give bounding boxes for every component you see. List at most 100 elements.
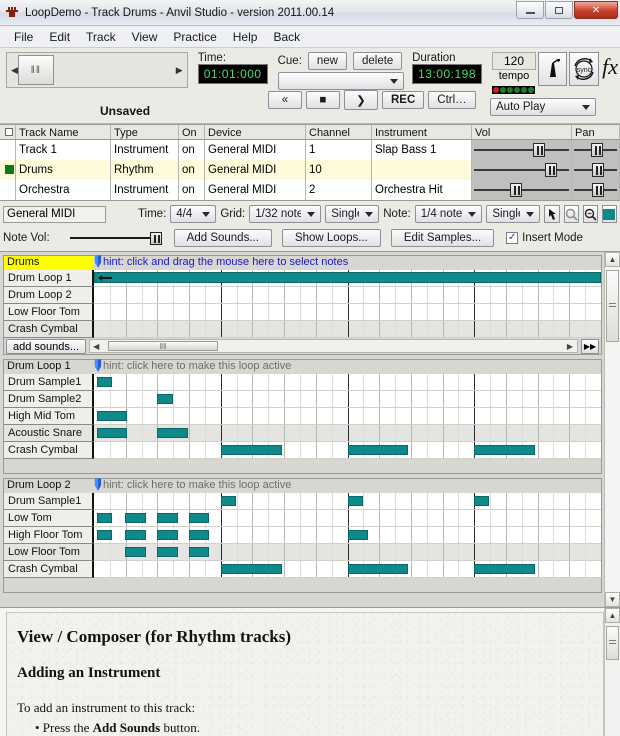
- fx-button[interactable]: fx: [602, 52, 618, 82]
- pattern-row[interactable]: Crash Cymbal: [4, 561, 601, 578]
- table-row[interactable]: Track 1 Instrument on General MIDI 1 Slap Bas…: [0, 140, 620, 160]
- note-block[interactable]: [188, 513, 210, 523]
- insert-mode-checkbox[interactable]: ✓: [506, 232, 519, 244]
- note-block[interactable]: [96, 411, 127, 421]
- note-block[interactable]: [220, 496, 236, 506]
- note-block[interactable]: [347, 564, 409, 574]
- metronome-button[interactable]: [538, 52, 568, 86]
- note-block[interactable]: [157, 394, 173, 404]
- note-block[interactable]: [157, 530, 178, 540]
- color-swatch-button[interactable]: [601, 205, 618, 223]
- note-grid[interactable]: [94, 544, 601, 561]
- note-grid[interactable]: [94, 408, 601, 425]
- device-field[interactable]: General MIDI: [3, 205, 106, 223]
- pane-title[interactable]: Drum Loop 2: [4, 479, 94, 493]
- pattern-pane-drums[interactable]: Drums hint: click and drag the mouse here…: [3, 255, 602, 355]
- autoplay-dropdown[interactable]: Auto Play: [490, 98, 596, 116]
- cell-channel[interactable]: 1: [306, 140, 372, 160]
- pattern-pane-drum-loop-2[interactable]: Drum Loop 2 hint: click here to make this…: [3, 478, 602, 593]
- note-block[interactable]: [125, 547, 146, 557]
- row-marker[interactable]: [0, 160, 16, 180]
- scroll-thumb[interactable]: [606, 270, 619, 342]
- header-instrument[interactable]: Instrument: [372, 125, 472, 139]
- scroll-to-end-button[interactable]: ▶▶: [581, 338, 599, 354]
- note-block[interactable]: [347, 496, 363, 506]
- cell-type[interactable]: Rhythm: [111, 160, 179, 180]
- cell-track-name[interactable]: Orchestra: [16, 180, 111, 200]
- pattern-row[interactable]: Crash Cymbal: [4, 442, 601, 459]
- note-block[interactable]: [125, 530, 146, 540]
- menu-item-file[interactable]: File: [6, 28, 41, 46]
- cell-device[interactable]: General MIDI: [205, 140, 306, 160]
- cell-pan-slider[interactable]: [572, 140, 620, 160]
- scroll-right-arrow-icon[interactable]: ▶: [567, 342, 573, 351]
- row-marker[interactable]: [0, 180, 16, 200]
- note-block[interactable]: [188, 547, 210, 557]
- close-button[interactable]: ✕: [574, 1, 618, 19]
- scroll-left-arrow-icon[interactable]: ◀: [93, 342, 99, 351]
- row-label[interactable]: Low Floor Tom: [4, 304, 94, 321]
- cell-instrument[interactable]: Slap Bass 1: [372, 140, 472, 160]
- edit-samples-button[interactable]: Edit Samples...: [390, 229, 495, 247]
- cell-device[interactable]: General MIDI: [205, 180, 306, 200]
- cue-dropdown[interactable]: [277, 72, 405, 90]
- row-label[interactable]: Drum Sample1: [4, 374, 94, 391]
- note-block[interactable]: [96, 513, 112, 523]
- cell-volume-slider[interactable]: [472, 160, 572, 180]
- scroll-down-arrow-icon[interactable]: ▼: [605, 592, 620, 607]
- table-row[interactable]: Drums Rhythm on General MIDI 10: [0, 160, 620, 180]
- note-grid[interactable]: [94, 493, 601, 510]
- note-block[interactable]: [474, 445, 536, 455]
- cell-instrument[interactable]: Orchestra Hit: [372, 180, 472, 200]
- note-block[interactable]: [220, 564, 282, 574]
- note-grid[interactable]: [94, 442, 601, 459]
- sequence-next-icon[interactable]: ▶: [176, 65, 183, 76]
- note-block[interactable]: [220, 445, 282, 455]
- help-scroll-thumb[interactable]: [606, 626, 619, 660]
- pattern-row[interactable]: High Floor Tom: [4, 527, 601, 544]
- cell-track-name[interactable]: Track 1: [16, 140, 111, 160]
- stop-button[interactable]: ■: [306, 91, 340, 109]
- note-block[interactable]: [96, 377, 112, 387]
- pattern-row[interactable]: Low Floor Tom: [4, 304, 601, 321]
- row-label[interactable]: Crash Cymbal: [4, 442, 94, 459]
- play-button[interactable]: ❯: [344, 90, 378, 110]
- help-vertical-scrollbar[interactable]: ▲: [604, 608, 620, 736]
- panes-vertical-scrollbar[interactable]: ▲ ▼: [604, 252, 620, 607]
- cell-type[interactable]: Instrument: [111, 140, 179, 160]
- record-button[interactable]: REC: [382, 91, 425, 109]
- pattern-pane-drum-loop-1[interactable]: Drum Loop 1 hint: click here to make this…: [3, 359, 602, 474]
- note-volume-slider[interactable]: [69, 231, 162, 245]
- sync-button[interactable]: sync: [569, 52, 600, 86]
- note-block[interactable]: [347, 530, 368, 540]
- note-grid[interactable]: [94, 270, 601, 287]
- note-block[interactable]: [96, 428, 127, 438]
- note-block[interactable]: [188, 530, 210, 540]
- row-label[interactable]: High Mid Tom: [4, 408, 94, 425]
- pattern-row[interactable]: Drum Sample1: [4, 374, 601, 391]
- zoom-in-button[interactable]: [563, 205, 579, 223]
- pattern-row[interactable]: Low Floor Tom: [4, 544, 601, 561]
- menu-item-track[interactable]: Track: [78, 28, 124, 46]
- rewind-button[interactable]: «: [268, 91, 302, 109]
- menu-item-view[interactable]: View: [124, 28, 166, 46]
- note-block[interactable]: [474, 496, 490, 506]
- note-block[interactable]: [347, 445, 409, 455]
- cell-instrument[interactable]: [372, 160, 472, 180]
- row-label[interactable]: Crash Cymbal: [4, 321, 94, 338]
- row-label[interactable]: Low Floor Tom: [4, 544, 94, 561]
- note-mode-dropdown[interactable]: Single: [486, 205, 541, 223]
- header-type[interactable]: Type: [111, 125, 179, 139]
- cell-type[interactable]: Instrument: [111, 180, 179, 200]
- help-scroll-up-icon[interactable]: ▲: [605, 608, 620, 623]
- pattern-row[interactable]: Drum Sample1: [4, 493, 601, 510]
- sequence-prev-icon[interactable]: ◀: [11, 65, 18, 76]
- cell-on[interactable]: on: [179, 180, 205, 200]
- full-length-note[interactable]: [94, 272, 601, 283]
- pattern-row[interactable]: Crash Cymbal: [4, 321, 601, 338]
- cell-on[interactable]: on: [179, 140, 205, 160]
- table-row[interactable]: Orchestra Instrument on General MIDI 2 Orches…: [0, 180, 620, 200]
- h-scroll-thumb[interactable]: ‖‖: [108, 341, 219, 351]
- cell-volume-slider[interactable]: [472, 180, 572, 200]
- row-label[interactable]: Acoustic Snare: [4, 425, 94, 442]
